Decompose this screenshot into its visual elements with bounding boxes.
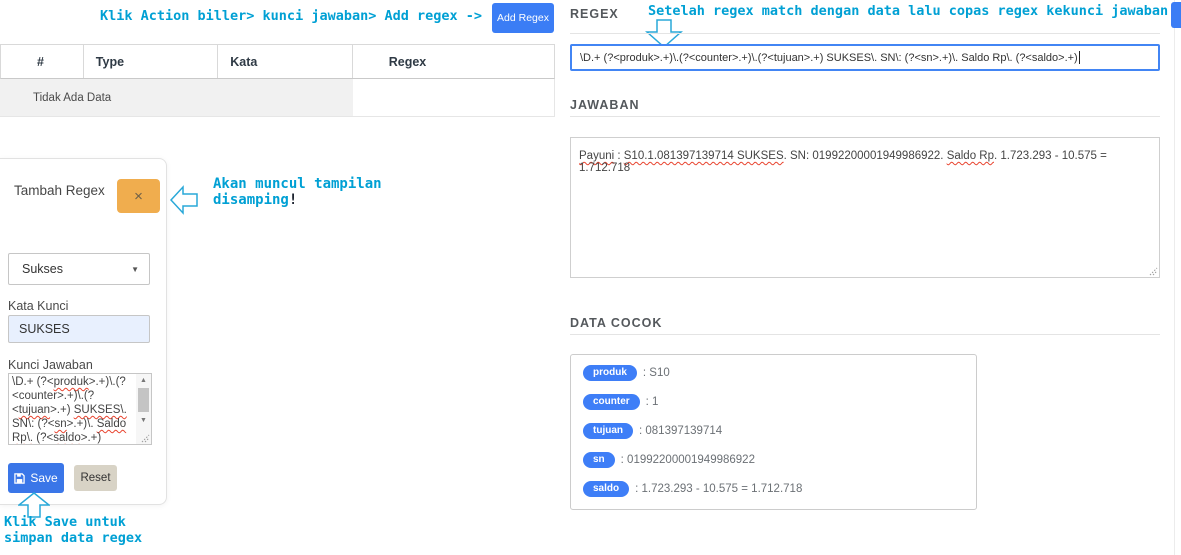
text-segment: sn — [54, 418, 67, 430]
annotation-line: disamping! — [213, 192, 298, 208]
match-value: : 1.723.293 - 10.575 = 1.712.718 — [635, 483, 803, 495]
page-root: Klik Action biller> kunci jawaban> Add r… — [0, 0, 1181, 555]
text-segment: Payuni — [579, 150, 615, 162]
text-segment: Saldo — [96, 418, 127, 430]
cutoff-button[interactable] — [1171, 2, 1181, 28]
kunci-jawaban-label: Kunci Jawaban — [8, 358, 93, 372]
column-header-type: Type — [84, 45, 219, 78]
close-icon: × — [134, 187, 143, 205]
regex-pattern-input[interactable]: \D.+ (?<produk>.+)\.(?<counter>.+)\.(?<t… — [570, 44, 1160, 71]
text-caret — [1078, 51, 1080, 64]
empty-regex-cell — [353, 79, 555, 116]
tambah-regex-modal: Tambah Regex × Sukses ▼ Kata Kunci Kunci… — [0, 158, 167, 505]
add-regex-button[interactable]: Add Regex — [492, 3, 554, 33]
match-value: : 01992200001949986922 — [620, 454, 755, 466]
regex-table-header: # Type Kata Regex — [0, 44, 555, 79]
match-row: tujuan : 081397139714 — [583, 422, 964, 440]
kunci-jawaban-textarea[interactable]: \D.+ (?<produk>.+)\.(? <counter>.+)\.(? <t… — [8, 373, 152, 445]
resize-grip-icon[interactable] — [1149, 267, 1158, 276]
text-segment: : — [614, 150, 624, 162]
text-segment: (?< — [33, 432, 54, 444]
kata-kunci-label: Kata Kunci — [8, 299, 69, 313]
regex-table: # Type Kata Regex Tidak Ada Data — [0, 44, 555, 117]
scroll-down-icon[interactable]: ▼ — [136, 414, 151, 427]
match-value: : 1 — [645, 396, 659, 408]
annotation-line: Klik Save untuk — [4, 514, 126, 530]
text-segment: . SN: 01992200001949986922. — [783, 150, 947, 162]
annotation-line: Akan muncul tampilan — [213, 176, 382, 192]
arrow-left-icon — [170, 185, 198, 215]
annotation-add-regex: Klik Action biller> kunci jawaban> Add r… — [100, 8, 483, 24]
kunci-jawaban-text: \D.+ (?<produk>.+)\.(? <counter>.+)\.(? <t… — [12, 375, 134, 444]
modal-title: Tambah Regex — [14, 183, 105, 198]
text-segment: S10.1.081397139714 SUKSES — [623, 150, 784, 162]
textarea-line: <tujuan>.+) SUKSES\. — [12, 403, 134, 417]
match-value: : 081397139714 — [639, 425, 723, 437]
annotation-line: simpan data regex — [4, 530, 143, 546]
save-button[interactable]: Save — [8, 463, 64, 493]
text-segment: >.+)\.(? — [88, 376, 126, 388]
divider — [570, 334, 1160, 335]
text-segment: Rp\. — [12, 432, 34, 444]
text-segment: < — [12, 404, 19, 416]
text-segment: Saldo Rp — [946, 150, 994, 162]
match-row: counter : 1 — [583, 393, 964, 411]
text-segment: >.+)\. — [66, 418, 97, 430]
annotation-modal-appears: Akan muncul tampilan disamping! — [213, 176, 382, 208]
text-segment: saldo — [53, 432, 81, 444]
panel-edge-divider — [1174, 0, 1175, 555]
reset-button[interactable]: Reset — [74, 465, 117, 491]
column-header-regex: Regex — [388, 54, 427, 69]
chevron-down-icon: ▼ — [131, 264, 139, 274]
annotation-click-save: Klik Save untuk simpan data regex — [4, 514, 142, 546]
match-row: produk : S10 — [583, 364, 964, 382]
text-segment: SUKSES\. — [73, 404, 127, 416]
divider — [570, 33, 1160, 34]
match-key-badge: counter — [583, 394, 640, 410]
data-cocok-section-heading: DATA COCOK — [570, 316, 663, 330]
resize-grip-icon[interactable] — [141, 434, 150, 443]
column-header-kata: Kata — [218, 45, 353, 78]
text-segment: \D.+ (?< — [12, 376, 54, 388]
jawaban-section-heading: JAWABAN — [570, 98, 640, 112]
kata-kunci-input[interactable] — [8, 315, 150, 343]
table-row: Tidak Ada Data — [0, 79, 555, 117]
save-button-label: Save — [30, 471, 58, 485]
scroll-up-icon[interactable]: ▲ — [136, 374, 151, 387]
textarea-line: Rp\. (?<saldo>.+) — [12, 431, 134, 444]
regex-type-selected-value: Sukses — [22, 262, 63, 276]
column-header-number: # — [1, 45, 84, 78]
match-key-badge: saldo — [583, 481, 630, 497]
match-key-badge: tujuan — [583, 423, 633, 439]
match-value: : S10 — [642, 367, 670, 379]
text-segment: <counter>.+)\.(? — [12, 390, 95, 402]
text-segment: >.+) — [50, 404, 74, 416]
close-button[interactable]: × — [117, 179, 160, 213]
text-segment: SN\: (?< — [12, 418, 55, 430]
empty-state-text: Tidak Ada Data — [0, 79, 353, 116]
text-segment: produk — [53, 376, 89, 388]
text-segment: tujuan — [18, 404, 51, 416]
scrollbar-thumb[interactable] — [138, 388, 149, 412]
annotation-copy-regex: Setelah regex match dengan data lalu cop… — [648, 3, 1169, 19]
jawaban-textarea[interactable]: Payuni : S10.1.081397139714 SUKSES. SN: … — [570, 137, 1160, 278]
match-key-badge: produk — [583, 365, 637, 381]
textarea-line: <counter>.+)\.(? — [12, 389, 134, 403]
data-cocok-box: produk : S10 counter : 1 tujuan : 08139713… — [570, 354, 977, 510]
jawaban-text: Payuni : S10.1.081397139714 SUKSES. SN: … — [579, 150, 1151, 174]
textarea-line: SN\: (?<sn>.+)\. Saldo — [12, 417, 134, 431]
regex-type-select[interactable]: Sukses ▼ — [8, 253, 150, 285]
text-segment: >.+) — [80, 432, 102, 444]
regex-pattern-value: \D.+ (?<produk>.+)\.(?<counter>.+)\.(?<t… — [580, 51, 1078, 64]
match-row: saldo : 1.723.293 - 10.575 = 1.712.718 — [583, 480, 964, 498]
match-key-badge: sn — [583, 452, 615, 468]
floppy-disk-icon — [14, 472, 26, 484]
match-row: sn : 01992200001949986922 — [583, 451, 964, 469]
regex-section-heading: REGEX — [570, 7, 619, 21]
divider — [570, 116, 1160, 117]
textarea-line: \D.+ (?<produk>.+)\.(? — [12, 375, 134, 389]
